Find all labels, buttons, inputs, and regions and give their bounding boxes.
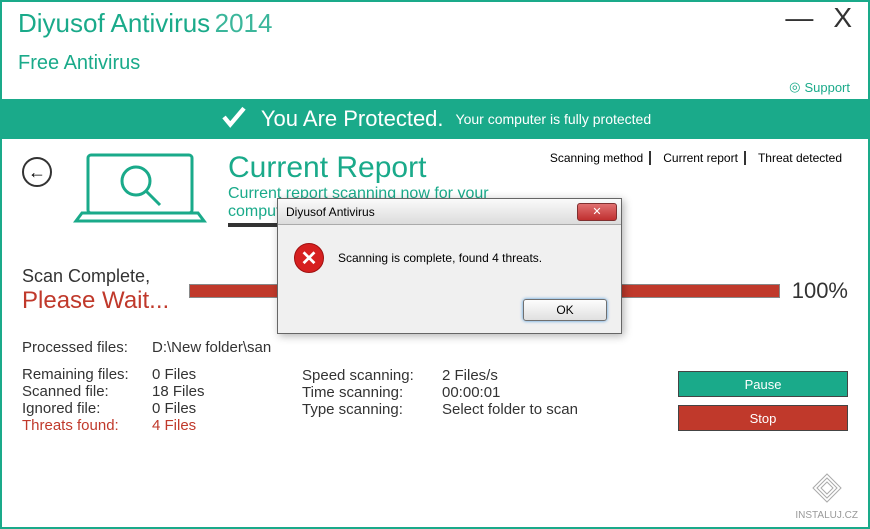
dialog-ok-button[interactable]: OK [523,299,607,321]
time-label: Time scanning: [302,384,442,401]
scan-status-line2: Please Wait... [22,287,169,315]
scanned-label: Scanned file: [22,383,152,400]
dialog-close-button[interactable]: ✕ [577,203,617,221]
close-button[interactable]: X [833,8,852,28]
alert-dialog: Diyusof Antivirus ✕ ✕ Scanning is comple… [277,198,622,334]
app-year: 2014 [215,8,273,38]
scan-status-line1: Scan Complete, [22,266,169,287]
remaining-value: 0 Files [152,366,196,383]
remaining-label: Remaining files: [22,366,152,383]
speed-label: Speed scanning: [302,367,442,384]
processed-value: D:\New folder\san [152,339,271,356]
threats-value: 4 Files [152,417,196,434]
status-sub-text: Your computer is fully protected [456,111,652,127]
support-link[interactable]: Support [804,80,850,95]
back-button[interactable]: ← [22,157,52,187]
app-name: Diyusof Antivirus [18,8,210,38]
error-icon: ✕ [294,243,324,273]
app-subtitle: Free Antivirus [18,52,868,75]
minimize-button[interactable]: — [785,8,813,28]
tab-current-report[interactable]: Current report [657,151,746,165]
ignored-value: 0 Files [152,400,196,417]
tab-threat-detected[interactable]: Threat detected [752,151,848,165]
processed-label: Processed files: [22,339,152,356]
type-value: Select folder to scan [442,401,578,418]
window-titlebar: Diyusof Antivirus 2014 — X [2,2,868,58]
status-banner: You Are Protected. Your computer is full… [2,99,868,139]
laptop-scan-icon [70,151,210,236]
ignored-label: Ignored file: [22,400,152,417]
status-main-text: You Are Protected. [261,106,444,132]
checkmark-icon [219,102,249,137]
page-title: Current Report [228,151,526,185]
dialog-title: Diyusof Antivirus [286,205,577,219]
support-icon: ◎ [789,79,800,95]
tab-scanning-method[interactable]: Scanning method [544,151,651,165]
speed-value: 2 Files/s [442,367,498,384]
progress-percent: 100% [792,278,848,304]
type-label: Type scanning: [302,401,442,418]
watermark: INSTALUJ.CZ [795,468,858,521]
dialog-message: Scanning is complete, found 4 threats. [338,251,542,265]
threats-label: Threats found: [22,417,152,434]
pause-button[interactable]: Pause [678,371,848,397]
stop-button[interactable]: Stop [678,405,848,431]
time-value: 00:00:01 [442,384,500,401]
scanned-value: 18 Files [152,383,205,400]
